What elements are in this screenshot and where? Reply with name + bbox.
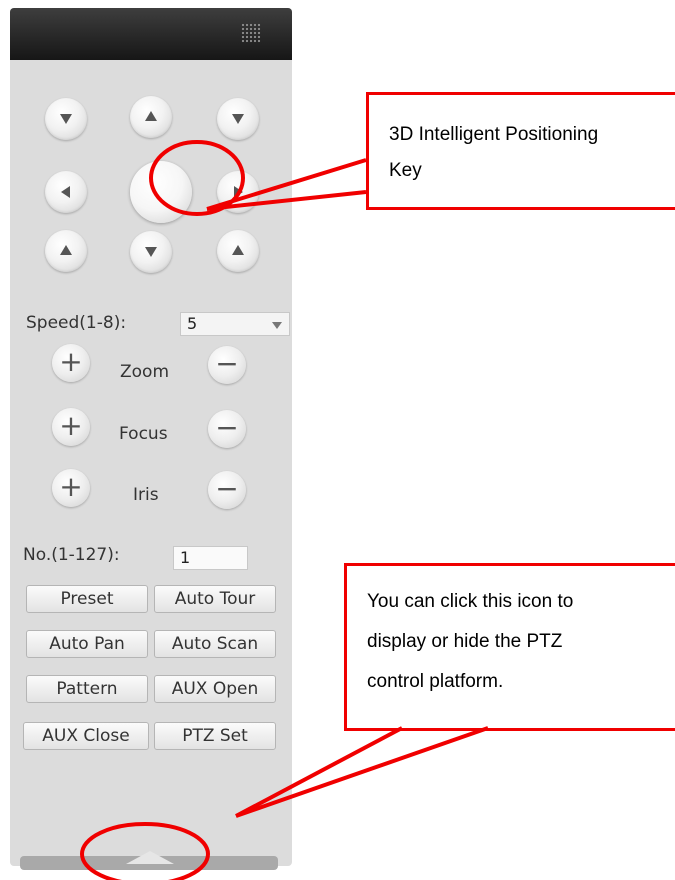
pointer-line-toggle-a <box>235 726 403 818</box>
highlight-ellipse-toggle <box>80 822 210 880</box>
pointer-line-toggle-b <box>235 726 489 818</box>
annotation-overlay <box>80 140 489 880</box>
